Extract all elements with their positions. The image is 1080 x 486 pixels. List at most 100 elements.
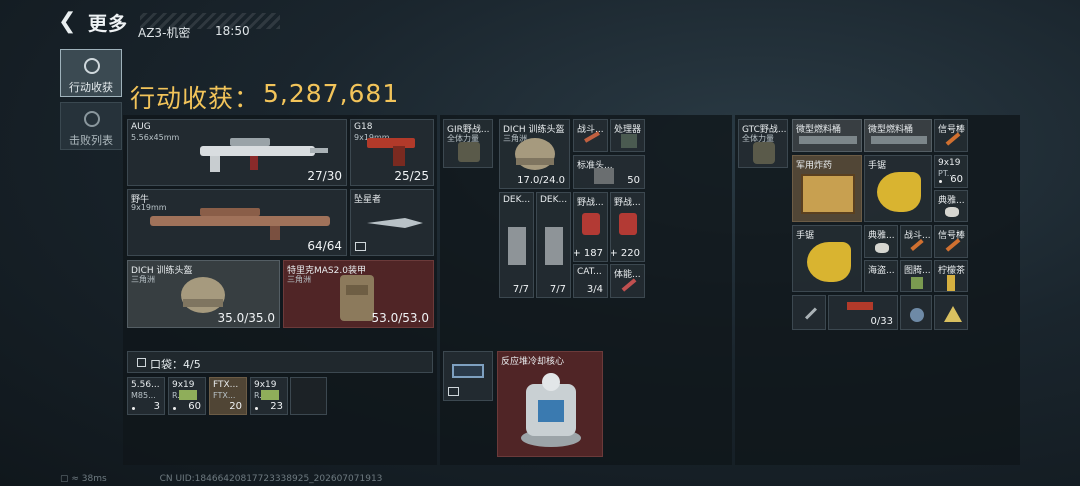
pistol-icon (367, 138, 415, 166)
item-count: 60 (188, 401, 201, 412)
bp-item[interactable]: 微型燃料桶 (792, 119, 862, 152)
tab-kills[interactable]: 击败列表 (60, 102, 122, 150)
backpack-slot[interactable]: GTC野战... 全体力量 (738, 119, 788, 168)
helmet-slot[interactable]: DICH 训练头盔 三角洲 35.0/35.0 (127, 260, 280, 328)
pocket-item[interactable]: 9x19 R... 60 (168, 377, 206, 415)
bag-item[interactable]: 战斗... (573, 119, 608, 152)
pistol-icon (847, 302, 873, 310)
stack-dot (132, 407, 135, 410)
page-title: 更多 (88, 13, 129, 35)
bp-item[interactable]: 信号棒 (934, 119, 968, 152)
bp-item[interactable] (792, 295, 826, 330)
harvest-value: 5,287,681 (263, 79, 400, 108)
syringe-icon (621, 278, 637, 292)
weapon-name: 坠星者 (354, 195, 382, 205)
bag-item[interactable]: 野战... + 220 (610, 192, 645, 262)
bp-item[interactable]: 典雅... (864, 225, 898, 258)
bp-item[interactable]: 信号棒 (934, 225, 968, 258)
target-icon (84, 58, 100, 74)
footer: ▢ ≈ 38ms CN UID:18466420817723338925_202… (60, 474, 382, 484)
explosive-icon (801, 174, 855, 214)
weapon-yeniu[interactable]: 野牛 9x19mm 64/64 (127, 189, 347, 256)
item-name: 信号棒 (938, 231, 966, 241)
medkit-icon (582, 213, 600, 235)
armor-durability: 53.0/53.0 (371, 311, 429, 325)
item-count: 3 (153, 401, 160, 412)
stack-dot (939, 180, 942, 183)
fuel-icon (799, 136, 857, 144)
helmet-icon (515, 138, 555, 170)
weapon-g18[interactable]: G18 9x19mm 25/25 (350, 119, 434, 186)
item-name: 手锯 (868, 161, 887, 171)
bp-item[interactable]: 手锯 (792, 225, 862, 292)
bp-item[interactable]: 0/33 (828, 295, 898, 330)
tab-harvest[interactable]: 行动收获 (60, 49, 122, 97)
chest-rig-slot[interactable]: GIR野战... 全体力量 (443, 119, 493, 168)
harvest-label: 行动收获： (130, 84, 261, 113)
item-sub: FTX... (213, 391, 236, 400)
weapon-aug[interactable]: AUG 5.56x45mm 27/30 (127, 119, 347, 186)
item-name: 海盗... (868, 266, 895, 276)
ammo-icon (261, 390, 279, 400)
bp-item[interactable] (934, 295, 968, 330)
bp-item[interactable]: 9x19 PT... 60 (934, 155, 968, 188)
pocket-item[interactable]: 5.56... M85... 3 (127, 377, 165, 415)
stack-dot (255, 407, 258, 410)
cup-icon (875, 243, 889, 253)
bp-item[interactable]: 军用炸药 (792, 155, 862, 222)
saw-icon (807, 242, 851, 282)
item-name: DEK... (503, 195, 531, 205)
item-count: + 220 (610, 248, 640, 259)
container-icon (910, 308, 924, 322)
item-name: DEK... (540, 195, 568, 205)
bag-item[interactable]: DEK... 7/7 (499, 192, 534, 298)
bp-item[interactable]: 图腾... (900, 260, 932, 292)
item-name: 野战... (577, 198, 604, 208)
bp-item[interactable]: 典雅... (934, 190, 968, 222)
reactor-core-slot[interactable]: 反应堆冷却核心 (497, 351, 603, 457)
pocket-empty-slot[interactable] (290, 377, 327, 415)
item-count: + 187 (573, 248, 603, 259)
weapon-ammo: 27/30 (307, 169, 342, 183)
bp-item[interactable]: 手锯 (864, 155, 932, 222)
bag-item[interactable]: 野战... + 187 (573, 192, 608, 262)
reactor-icon (521, 373, 581, 447)
item-count: 3/4 (586, 284, 603, 295)
item-name: 典雅... (868, 231, 895, 241)
cup-icon (945, 207, 959, 217)
item-name: 微型燃料桶 (796, 125, 842, 135)
bag-item[interactable]: 体能... (610, 264, 645, 298)
weapon-ammo: 64/64 (307, 239, 342, 253)
tab-harvest-label: 行动收获 (69, 81, 113, 94)
pyramid-icon (944, 306, 962, 322)
ammo-icon (179, 390, 197, 400)
bag-item[interactable]: CAT... 3/4 (573, 264, 608, 298)
medkit-icon (619, 213, 637, 235)
no-secure-icon (355, 242, 366, 251)
weapon-knife[interactable]: 坠星者 (350, 189, 434, 256)
chevron-left-icon[interactable]: ❮ (58, 10, 80, 34)
item-name: 9x19 (254, 380, 277, 390)
safe-box-slot[interactable] (443, 351, 493, 401)
pocket-item[interactable]: FTX... FTX... 20 (209, 377, 247, 415)
item-name: FTX... (213, 380, 239, 390)
map-name: AZ3-机密 (138, 26, 191, 40)
bp-item[interactable]: 柠檬茶 (934, 260, 968, 292)
wifi-icon: ▢ ≈ (60, 474, 82, 484)
tab-kills-label: 击败列表 (69, 134, 113, 147)
item-durability: 17.0/24.0 (517, 175, 565, 186)
item-name: 体能... (614, 270, 641, 280)
knife-icon (804, 307, 818, 320)
bag-item[interactable]: 处理器 (610, 119, 645, 152)
bag-item[interactable]: 标准头... 50 (573, 155, 645, 189)
bp-item[interactable]: 海盗... (864, 260, 898, 292)
bp-item[interactable]: 微型燃料桶 (864, 119, 932, 152)
bag-helmet-slot[interactable]: DICH 训练头盔 三角洲 17.0/24.0 (499, 119, 570, 189)
vest-slot[interactable]: 特里克MAS2.0装甲 三角洲 53.0/53.0 (283, 260, 434, 328)
pocket-item[interactable]: 9x19 R... 23 (250, 377, 288, 415)
bag-item[interactable]: DEK... 7/7 (536, 192, 571, 298)
weapon-ammo: 25/25 (394, 169, 429, 183)
pocket-box-icon (137, 358, 146, 367)
bp-item[interactable]: 战斗... (900, 225, 932, 258)
bp-item[interactable] (900, 295, 932, 330)
